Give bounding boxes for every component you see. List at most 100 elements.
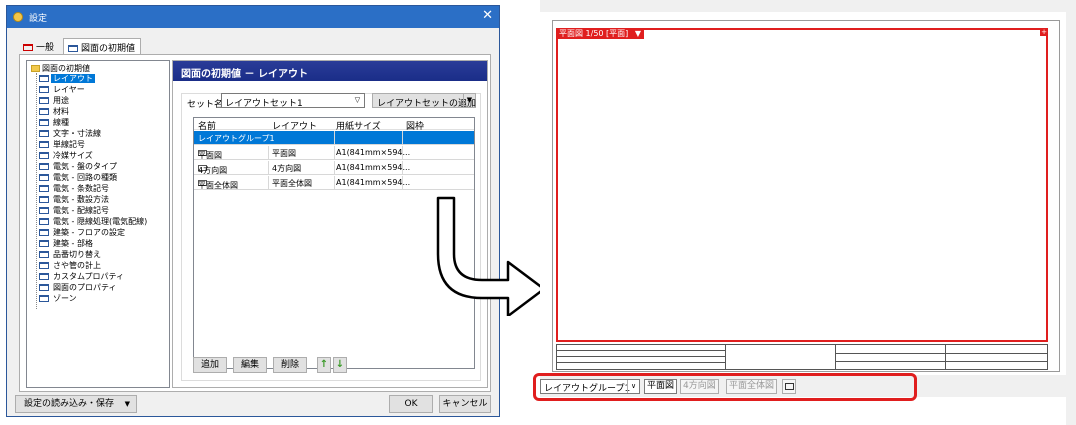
- title-block-line: [557, 356, 725, 357]
- row-name: レイアウトグループ1: [198, 134, 275, 143]
- add-button[interactable]: 追加: [193, 357, 227, 373]
- cell-divider: [402, 161, 403, 175]
- tree-item-label: 冷媒サイズ: [53, 151, 93, 160]
- add-layout-set-button[interactable]: レイアウトセットの追加 ▼: [372, 93, 476, 109]
- table-row[interactable]: 4方向図 4方向図 A1(841mm×594...: [194, 161, 474, 175]
- arrow-down-icon: ↓: [335, 359, 345, 370]
- cell-divider: [334, 146, 335, 160]
- cancel-button[interactable]: キャンセル: [439, 395, 491, 413]
- move-up-button[interactable]: ↑: [317, 357, 331, 373]
- settings-gear-icon: [13, 12, 23, 22]
- tree-item[interactable]: ゾーン: [39, 294, 79, 304]
- tree-item[interactable]: 図面のプロパティ: [39, 283, 119, 293]
- tree-item[interactable]: 用途: [39, 96, 71, 106]
- tree-item[interactable]: 単線記号: [39, 140, 87, 150]
- title-block-divider: [835, 345, 836, 369]
- tree-item[interactable]: 建築 - 部格: [39, 239, 95, 249]
- row-layout: 4方向図: [272, 164, 302, 173]
- tree-item[interactable]: さや管の計上: [39, 261, 103, 271]
- tree-item[interactable]: 電気 - 盤のタイプ: [39, 162, 119, 172]
- viewport-label[interactable]: 平面図 1/50 [平面] ▼: [556, 28, 644, 39]
- tree-item[interactable]: 電気 - 敷設方法: [39, 195, 111, 205]
- sheet-icon: [39, 163, 49, 170]
- tree-item[interactable]: 建築 - フロアの設定: [39, 228, 127, 238]
- chevron-down-icon[interactable]: ▼: [463, 94, 475, 107]
- folder-icon: [31, 65, 40, 72]
- edit-button[interactable]: 編集: [233, 357, 267, 373]
- table-row[interactable]: 平面全体図 平面全体図 A1(841mm×594...: [194, 176, 474, 190]
- row-layout: 平面全体図: [272, 179, 312, 188]
- tree-item[interactable]: 文字・寸法線: [39, 129, 103, 139]
- chevron-down-icon[interactable]: ▽: [352, 95, 363, 106]
- move-down-button[interactable]: ↓: [333, 357, 347, 373]
- tree-item-label: 用途: [53, 96, 69, 105]
- sheet-icon: [39, 295, 49, 302]
- tree-item-label: 電気 - 回路の種類: [53, 173, 117, 182]
- load-save-settings-button[interactable]: 設定の読み込み・保存 ▼: [15, 395, 137, 413]
- set-name-select[interactable]: レイアウトセット1 ▽: [221, 93, 365, 109]
- row-paper: A1(841mm×594...: [336, 148, 411, 157]
- tree-item-label: ゾーン: [53, 294, 77, 303]
- arrow-up-icon: ↑: [319, 359, 329, 370]
- tree-item[interactable]: 電気 - 回路の種類: [39, 173, 119, 183]
- tree-item[interactable]: レイヤー: [39, 85, 87, 95]
- tree-item-label: 線種: [53, 118, 69, 127]
- tree-item[interactable]: 電気 - 配線記号: [39, 206, 111, 216]
- tree-item[interactable]: 品番切り替え: [39, 250, 103, 260]
- tree-item-label: レイアウト: [51, 74, 95, 83]
- viewport-corner-handle[interactable]: +: [1040, 28, 1048, 36]
- tree-item-label: 品番切り替え: [53, 250, 101, 259]
- tree-item[interactable]: 電気 - 条数記号: [39, 184, 111, 194]
- sheet-icon: [39, 119, 49, 126]
- dialog-titlebar[interactable]: 設定 ✕: [7, 6, 499, 28]
- panel-header: 図面の初期値 － レイアウト: [173, 61, 487, 81]
- tree-item[interactable]: 材料: [39, 107, 71, 117]
- title-block-line: [557, 362, 725, 363]
- tree-item[interactable]: カスタムプロパティ: [39, 272, 126, 282]
- sheet-icon: [68, 45, 78, 52]
- caret-down-icon[interactable]: ▼: [635, 29, 641, 38]
- row-paper: A1(841mm×594...: [336, 178, 411, 187]
- sheet-icon: [39, 273, 49, 280]
- canvas-top-bar: [540, 0, 1076, 12]
- tree-item-label: 建築 - フロアの設定: [53, 228, 125, 237]
- tree-item-label: カスタムプロパティ: [53, 272, 125, 281]
- row-paper: A1(841mm×594...: [336, 163, 411, 172]
- tree-item-label: 電気 - 配線記号: [53, 206, 109, 215]
- sheet-icon: [39, 108, 49, 115]
- table-row[interactable]: 平面図 平面図 A1(841mm×594...: [194, 146, 474, 160]
- delete-button[interactable]: 削除: [273, 357, 307, 373]
- tree-item[interactable]: 線種: [39, 118, 71, 128]
- tree-item-layout[interactable]: レイアウト: [39, 74, 95, 84]
- tab-drawing-defaults[interactable]: 図面の初期値: [63, 38, 141, 55]
- cell-divider: [402, 176, 403, 190]
- tree-item[interactable]: 冷媒サイズ: [39, 151, 95, 161]
- sheet-icon: [39, 130, 49, 137]
- tab-general[interactable]: 一般: [19, 38, 61, 54]
- tree-item-label: 電気 - 敷設方法: [53, 195, 109, 204]
- tree-item[interactable]: 電気 - 隠線処理(電気配線): [39, 217, 149, 227]
- set-name-value: レイアウトセット1: [225, 99, 303, 109]
- sheet-icon: [39, 152, 49, 159]
- tab-panel: 図面の初期値 レイアウト レイヤー 用途 材料 線種 文字・寸法線 単線記号 冷…: [19, 54, 491, 392]
- tab-drawing-defaults-label: 図面の初期値: [81, 44, 136, 54]
- tree-item-label: 電気 - 隠線処理(電気配線): [53, 217, 148, 226]
- close-icon[interactable]: ✕: [482, 9, 493, 23]
- cell-divider: [402, 131, 403, 145]
- title-block-divider: [725, 345, 726, 369]
- table-row[interactable]: レイアウトグループ1: [194, 131, 474, 145]
- sheet-icon: [39, 240, 49, 247]
- canvas-right-edge: [1066, 12, 1076, 425]
- title-block-line: [835, 361, 1047, 362]
- ok-button[interactable]: OK: [389, 395, 433, 413]
- viewport-frame[interactable]: [556, 28, 1048, 342]
- cell-divider: [268, 161, 269, 175]
- cell-divider: [334, 161, 335, 175]
- transition-arrow-icon: [436, 196, 546, 316]
- settings-tree[interactable]: 図面の初期値 レイアウト レイヤー 用途 材料 線種 文字・寸法線 単線記号 冷…: [26, 60, 170, 388]
- sheet-icon: [39, 141, 49, 148]
- sheet-icon: [39, 86, 49, 93]
- tree-root[interactable]: 図面の初期値: [31, 64, 90, 74]
- tree-item-label: 建築 - 部格: [53, 239, 93, 248]
- cell-divider: [334, 176, 335, 190]
